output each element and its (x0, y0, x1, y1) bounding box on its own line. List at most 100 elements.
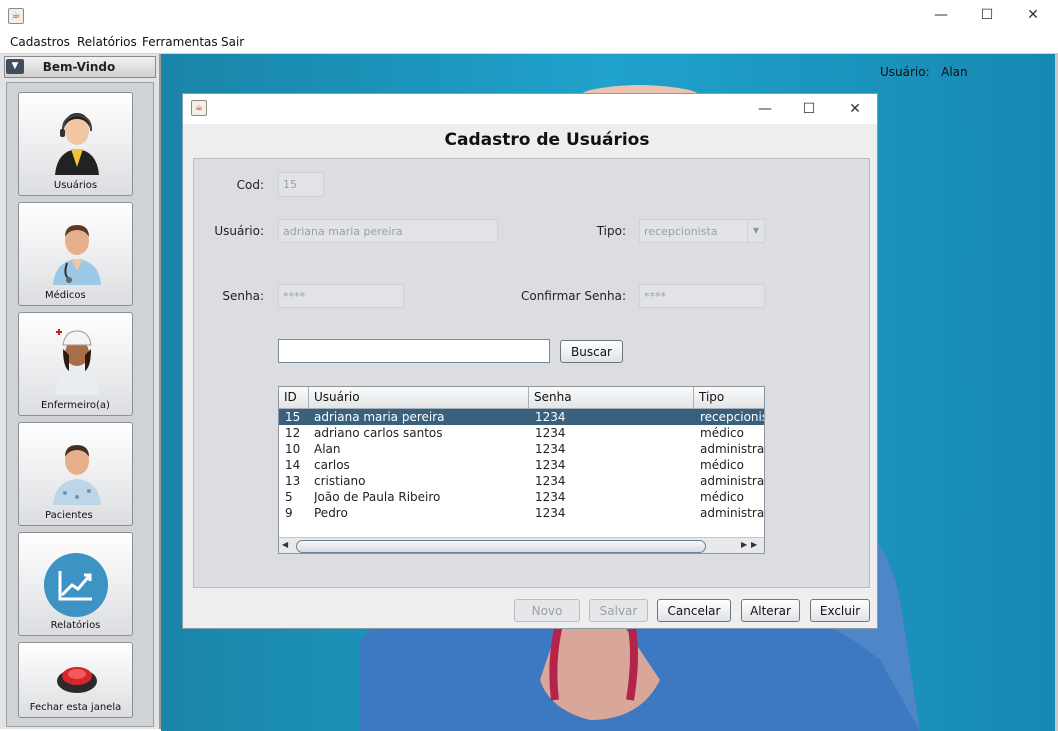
user-name: Alan (941, 65, 968, 79)
cod-field[interactable]: 15 (278, 172, 324, 197)
cell-usuario: João de Paula Ribeiro (314, 490, 441, 504)
receptionist-icon (55, 113, 99, 175)
menu-cadastros[interactable]: Cadastros (10, 35, 70, 49)
cell-id: 15 (285, 410, 301, 424)
tipo-select[interactable]: recepcionista ▼ (639, 219, 765, 243)
cell-senha: 1234 (535, 490, 566, 504)
chevron-down-icon[interactable]: ▼ (747, 220, 764, 242)
nav-label: Médicos (45, 290, 86, 301)
column-divider[interactable] (528, 387, 529, 408)
menu-bar: Cadastros Relatórios Ferramentas Sair (0, 32, 1058, 54)
chart-icon (44, 553, 108, 617)
doctor-icon (53, 225, 101, 285)
nav-relatorios-button[interactable]: Relatórios (18, 532, 133, 636)
maximize-button[interactable]: ☐ (964, 0, 1010, 30)
scroll-right-icon[interactable]: ▶ (741, 540, 747, 549)
table-row[interactable]: 12 adriano carlos santos 1234 médico (279, 425, 764, 441)
senha-label: Senha: (222, 289, 264, 303)
java-app-icon: ☕ (191, 100, 207, 116)
menu-ferramentas[interactable]: Ferramentas (142, 35, 218, 49)
cell-senha: 1234 (535, 506, 566, 520)
logged-user-label: Usuário: Alan (880, 65, 968, 79)
buscar-button[interactable]: Buscar (560, 340, 623, 363)
nurse-icon (55, 329, 99, 395)
search-input[interactable] (278, 339, 550, 363)
usuario-label: Usuário: (214, 224, 264, 238)
scrollbar-thumb[interactable] (296, 540, 706, 553)
close-window-button[interactable]: ✕ (1010, 0, 1056, 30)
cell-tipo: administrador (700, 442, 765, 456)
confirmar-senha-field[interactable]: **** (639, 284, 765, 308)
senha-field[interactable]: **** (278, 284, 404, 308)
nav-medicos-button[interactable]: Médicos (18, 202, 133, 306)
dialog-close-button[interactable]: ✕ (832, 94, 878, 124)
cell-tipo: administrador (700, 506, 765, 520)
scroll-right-end-icon[interactable]: ▶ (751, 540, 757, 549)
cell-tipo: médico (700, 490, 744, 504)
nav-label: Pacientes (45, 510, 93, 521)
table-row[interactable]: 9 Pedro 1234 administrador (279, 505, 765, 521)
cell-usuario: Alan (314, 442, 341, 456)
table-row[interactable]: 13 cristiano 1234 administrador (279, 473, 765, 489)
cell-usuario: carlos (314, 458, 350, 472)
nav-label: Fechar esta janela (29, 702, 122, 713)
novo-button[interactable]: Novo (514, 599, 580, 622)
nav-usuarios-button[interactable]: Usuários (18, 92, 133, 196)
alterar-button[interactable]: Alterar (741, 599, 800, 622)
salvar-button[interactable]: Salvar (589, 599, 648, 622)
cell-senha: 1234 (535, 410, 566, 424)
column-header-senha[interactable]: Senha (534, 390, 572, 404)
user-label-text: Usuário: (880, 65, 930, 79)
scroll-left-icon[interactable]: ◀ (282, 540, 288, 549)
usuarios-table: ID Usuário Senha Tipo 15 adriana maria p… (278, 386, 765, 554)
cell-tipo: médico (700, 458, 744, 472)
column-header-id[interactable]: ID (284, 390, 297, 404)
cell-tipo: recepcionista (700, 410, 764, 424)
nav-label: Usuários (53, 180, 98, 191)
table-row[interactable]: 5 João de Paula Ribeiro 1234 médico (279, 489, 764, 505)
cancelar-button[interactable]: Cancelar (657, 599, 731, 622)
cell-senha: 1234 (535, 426, 566, 440)
cell-tipo: médico (700, 426, 744, 440)
confirmar-senha-label: Confirmar Senha: (520, 289, 626, 303)
minimize-button[interactable]: — (918, 0, 964, 30)
patient-icon (53, 445, 101, 505)
nav-label: Relatórios (50, 620, 101, 631)
cell-id: 10 (285, 442, 301, 456)
column-header-tipo[interactable]: Tipo (699, 390, 724, 404)
table-row[interactable]: 10 Alan 1234 administrador (279, 441, 765, 457)
table-header: ID Usuário Senha Tipo (279, 387, 764, 409)
menu-relatorios[interactable]: Relatórios (77, 35, 137, 49)
horizontal-scrollbar[interactable]: ◀ ▶ ▶ (279, 537, 764, 553)
nav-enfermeiro-button[interactable]: Enfermeiro(a) (18, 312, 133, 416)
usuario-field[interactable]: adriana maria pereira (278, 219, 498, 243)
cell-usuario: adriana maria pereira (314, 410, 445, 424)
dialog-maximize-button[interactable]: ☐ (786, 94, 832, 124)
menu-sair[interactable]: Sair (221, 35, 244, 49)
column-divider[interactable] (693, 387, 694, 408)
cell-id: 5 (285, 490, 293, 504)
cell-senha: 1234 (535, 474, 566, 488)
cell-usuario: Pedro (314, 506, 348, 520)
close-panel-button[interactable]: Fechar esta janela (18, 642, 133, 718)
collapse-toggle-icon[interactable]: ▼ (6, 59, 24, 74)
cell-id: 12 (285, 426, 301, 440)
power-button-icon (57, 667, 97, 693)
cell-id: 13 (285, 474, 301, 488)
cell-tipo: administrador (700, 474, 765, 488)
table-row[interactable]: 15 adriana maria pereira 1234 recepcioni… (279, 409, 764, 425)
column-header-usuario[interactable]: Usuário (314, 390, 360, 404)
panel-title: Bem-Vindo (42, 60, 116, 74)
cell-senha: 1234 (535, 442, 566, 456)
tipo-select-value: recepcionista (644, 224, 718, 238)
cod-label: Cod: (236, 178, 264, 192)
cell-usuario: adriano carlos santos (314, 426, 443, 440)
excluir-button[interactable]: Excluir (810, 599, 870, 622)
main-window-titlebar (0, 0, 1058, 32)
nav-pacientes-button[interactable]: Pacientes (18, 422, 133, 526)
tipo-label: Tipo: (596, 224, 626, 238)
table-row[interactable]: 14 carlos 1234 médico (279, 457, 764, 473)
column-divider[interactable] (308, 387, 309, 408)
dialog-minimize-button[interactable]: — (742, 94, 788, 124)
cell-id: 9 (285, 506, 293, 520)
